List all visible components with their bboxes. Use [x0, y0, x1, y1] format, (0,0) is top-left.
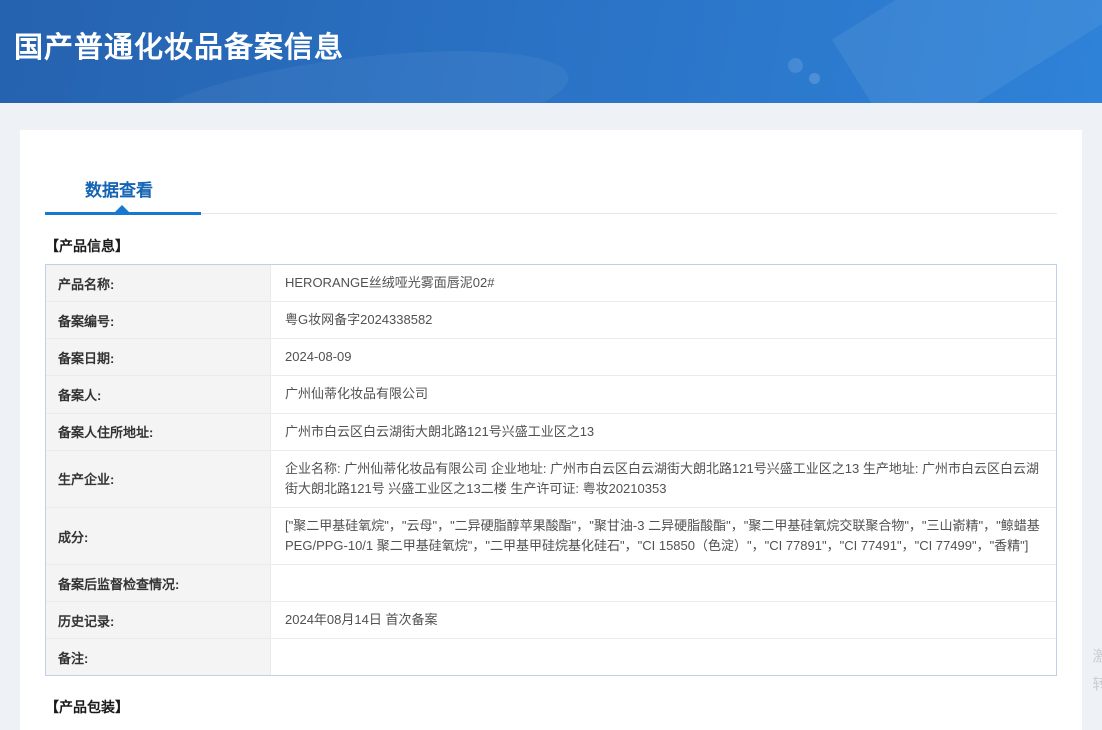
- row-label: 成分:: [46, 507, 271, 565]
- row-value: 2024年08月14日 首次备案: [285, 612, 438, 628]
- row-label: 备注:: [46, 639, 271, 676]
- content-card: 数据查看 【产品信息】 产品名称: HERORANGE丝绒哑光雾面唇泥02# 备…: [20, 130, 1082, 730]
- tab-caret-icon: [115, 205, 129, 212]
- row-label: 备案日期:: [46, 339, 271, 376]
- table-row: 备案编号: 粤G妆网备字2024338582: [46, 302, 1056, 340]
- table-row: 历史记录: 2024年08月14日 首次备案: [46, 602, 1056, 640]
- row-value: 广州仙蒂化妆品有限公司: [285, 386, 429, 402]
- table-row: 成分: ["聚二甲基硅氧烷"，"云母"，"二异硬脂醇苹果酸酯"，"聚甘油-3 二…: [46, 507, 1056, 566]
- table-row: 产品名称: HERORANGE丝绒哑光雾面唇泥02#: [46, 265, 1056, 303]
- table-row: 生产企业: 企业名称: 广州仙蒂化妆品有限公司 企业地址: 广州市白云区白云湖街…: [46, 450, 1056, 508]
- row-value: HERORANGE丝绒哑光雾面唇泥02#: [285, 275, 495, 290]
- row-value: [271, 565, 1056, 601]
- row-label: 历史记录:: [46, 602, 271, 639]
- floating-widget-clipped[interactable]: 激 转: [1089, 643, 1102, 699]
- product-info-section-title: 【产品信息】: [45, 238, 129, 254]
- table-row: 备案人住所地址: 广州市白云区白云湖街大朗北路121号兴盛工业区之13: [46, 413, 1056, 451]
- row-value: ["聚二甲基硅氧烷"，"云母"，"二异硬脂醇苹果酸酯"，"聚甘油-3 二异硬脂酸…: [285, 517, 1040, 554]
- table-row: 备案人: 广州仙蒂化妆品有限公司: [46, 376, 1056, 414]
- packaging-section-title: 【产品包装】: [45, 699, 129, 716]
- row-label: 备案人住所地址:: [46, 413, 271, 450]
- row-value: 企业名称: 广州仙蒂化妆品有限公司 企业地址: 广州市白云区白云湖街大朗北路12…: [285, 460, 1040, 496]
- page: 国产普通化妆品备案信息 数据查看 【产品信息】 产品名称: HERORANGE丝…: [0, 0, 1102, 730]
- row-value: [271, 639, 1056, 675]
- row-value: 2024-08-09: [285, 349, 352, 365]
- page-header: 国产普通化妆品备案信息: [0, 0, 1102, 103]
- row-label: 备案人:: [46, 376, 271, 413]
- table-row: 备案日期: 2024-08-09: [46, 339, 1056, 377]
- header-decor-dot: [809, 73, 820, 84]
- row-value: 广州市白云区白云湖街大朗北路121号兴盛工业区之13: [285, 423, 595, 439]
- row-label: 产品名称:: [46, 265, 271, 302]
- row-label: 备案后监督检查情况:: [46, 565, 271, 602]
- row-label: 生产企业:: [46, 450, 271, 507]
- table-row: 备注:: [46, 639, 1056, 676]
- floating-widget-char: 激: [1092, 648, 1102, 665]
- row-value: 粤G妆网备字2024338582: [285, 312, 433, 328]
- floating-widget-char: 转: [1092, 675, 1102, 693]
- row-label: 备案编号:: [46, 302, 271, 339]
- product-info-table: 产品名称: HERORANGE丝绒哑光雾面唇泥02# 备案编号: 粤G妆网备字2…: [45, 264, 1057, 677]
- table-row: 备案后监督检查情况:: [46, 565, 1056, 603]
- header-decor-dot: [788, 58, 803, 73]
- tab-data-view[interactable]: 数据查看: [85, 176, 153, 201]
- tab-active-underline: [45, 212, 201, 215]
- tab-bar: 数据查看: [45, 152, 1057, 215]
